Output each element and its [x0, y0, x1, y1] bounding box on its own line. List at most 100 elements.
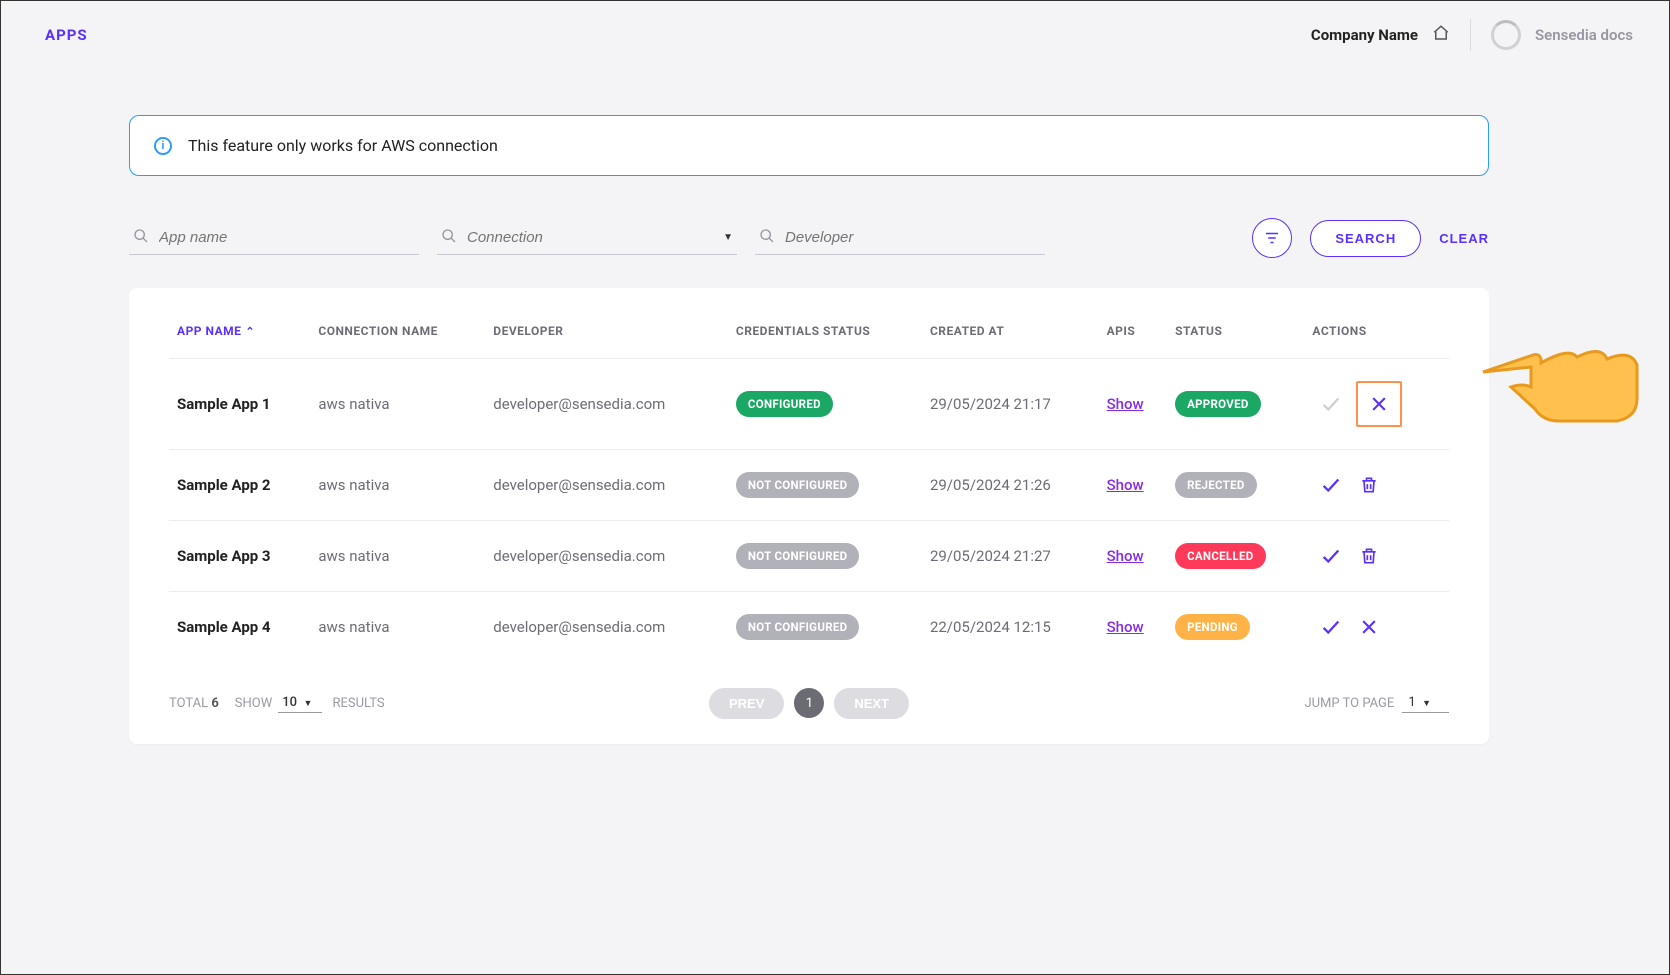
- cell-cred-status: CONFIGURED: [728, 359, 922, 450]
- delete-icon[interactable]: [1356, 543, 1382, 569]
- current-page[interactable]: 1: [794, 688, 824, 718]
- approve-icon[interactable]: [1318, 391, 1344, 417]
- cred-status-badge: NOT CONFIGURED: [736, 472, 860, 498]
- cell-cred-status: NOT CONFIGURED: [728, 521, 922, 592]
- cell-apis: Show: [1099, 359, 1167, 450]
- clear-button[interactable]: CLEAR: [1439, 231, 1489, 246]
- approve-icon[interactable]: [1318, 614, 1344, 640]
- show-apis-link[interactable]: Show: [1107, 395, 1144, 413]
- cell-created-at: 22/05/2024 12:15: [922, 592, 1099, 663]
- cred-status-badge: NOT CONFIGURED: [736, 614, 860, 640]
- approve-icon[interactable]: [1318, 543, 1344, 569]
- cell-actions: [1304, 592, 1449, 663]
- developer-input[interactable]: [785, 229, 1041, 246]
- table-row: Sample App 1aws nativadeveloper@sensedia…: [169, 359, 1449, 450]
- col-developer[interactable]: DEVELOPER: [485, 314, 728, 359]
- cell-developer: developer@sensedia.com: [485, 359, 728, 450]
- cred-status-badge: CONFIGURED: [736, 391, 833, 417]
- status-badge: REJECTED: [1175, 472, 1257, 498]
- connection-input[interactable]: [467, 229, 713, 246]
- cell-status: PENDING: [1167, 592, 1304, 663]
- search-button[interactable]: SEARCH: [1310, 220, 1421, 257]
- cell-created-at: 29/05/2024 21:17: [922, 359, 1099, 450]
- cell-app-name: Sample App 4: [169, 592, 310, 663]
- filter-options-button[interactable]: [1252, 218, 1292, 258]
- cell-actions: [1304, 359, 1449, 450]
- header-divider: [1470, 19, 1471, 51]
- cell-apis: Show: [1099, 592, 1167, 663]
- cell-connection: aws nativa: [310, 521, 485, 592]
- search-icon: [759, 228, 775, 248]
- chevron-down-icon: ▼: [1422, 699, 1431, 709]
- docs-link[interactable]: Sensedia docs: [1535, 26, 1633, 44]
- col-actions: ACTIONS: [1304, 314, 1449, 359]
- apps-table: APP NAME⌃ CONNECTION NAME DEVELOPER CRED…: [169, 314, 1449, 662]
- loading-icon: [1491, 20, 1521, 50]
- cell-developer: developer@sensedia.com: [485, 450, 728, 521]
- cell-created-at: 29/05/2024 21:26: [922, 450, 1099, 521]
- search-icon: [133, 228, 149, 248]
- reject-icon[interactable]: [1356, 614, 1382, 640]
- cell-connection: aws nativa: [310, 450, 485, 521]
- jump-page-select[interactable]: 1 ▼: [1402, 694, 1449, 713]
- search-icon: [441, 228, 457, 248]
- company-name: Company Name: [1311, 26, 1418, 44]
- app-name-input[interactable]: [159, 229, 415, 246]
- status-badge: CANCELLED: [1175, 543, 1265, 569]
- info-banner-text: This feature only works for AWS connecti…: [188, 136, 498, 155]
- col-status[interactable]: STATUS: [1167, 314, 1304, 359]
- reject-icon[interactable]: [1356, 381, 1402, 427]
- sort-asc-icon: ⌃: [245, 325, 255, 338]
- info-banner: i This feature only works for AWS connec…: [129, 115, 1489, 176]
- cred-status-badge: NOT CONFIGURED: [736, 543, 860, 569]
- jump-label: JUMP TO PAGE: [1304, 696, 1394, 711]
- col-connection-name[interactable]: CONNECTION NAME: [310, 314, 485, 359]
- cell-app-name: Sample App 3: [169, 521, 310, 592]
- cell-apis: Show: [1099, 521, 1167, 592]
- delete-icon[interactable]: [1356, 472, 1382, 498]
- home-icon[interactable]: [1432, 24, 1450, 46]
- connection-filter[interactable]: ▼: [437, 222, 737, 255]
- total-label: TOTAL 6: [169, 696, 219, 711]
- results-label: RESULTS: [332, 696, 384, 711]
- cell-created-at: 29/05/2024 21:27: [922, 521, 1099, 592]
- table-row: Sample App 4aws nativadeveloper@sensedia…: [169, 592, 1449, 663]
- cell-app-name: Sample App 2: [169, 450, 310, 521]
- cell-actions: [1304, 450, 1449, 521]
- table-row: Sample App 2aws nativadeveloper@sensedia…: [169, 450, 1449, 521]
- cell-apis: Show: [1099, 450, 1167, 521]
- col-created-at[interactable]: CREATED AT: [922, 314, 1099, 359]
- show-label: SHOW: [235, 696, 272, 711]
- cell-developer: developer@sensedia.com: [485, 521, 728, 592]
- status-badge: PENDING: [1175, 614, 1250, 640]
- cell-status: CANCELLED: [1167, 521, 1304, 592]
- cell-developer: developer@sensedia.com: [485, 592, 728, 663]
- info-icon: i: [154, 137, 172, 155]
- col-apis[interactable]: APIS: [1099, 314, 1167, 359]
- developer-filter[interactable]: [755, 222, 1045, 255]
- show-apis-link[interactable]: Show: [1107, 476, 1144, 494]
- next-button[interactable]: NEXT: [834, 688, 909, 719]
- cell-status: APPROVED: [1167, 359, 1304, 450]
- cell-connection: aws nativa: [310, 592, 485, 663]
- chevron-down-icon[interactable]: ▼: [723, 232, 733, 243]
- page-title: APPS: [45, 26, 88, 44]
- app-name-filter[interactable]: [129, 222, 419, 255]
- show-apis-link[interactable]: Show: [1107, 547, 1144, 565]
- col-credentials-status[interactable]: CREDENTIALS STATUS: [728, 314, 922, 359]
- cell-app-name: Sample App 1: [169, 359, 310, 450]
- status-badge: APPROVED: [1175, 391, 1261, 417]
- approve-icon[interactable]: [1318, 472, 1344, 498]
- col-app-name[interactable]: APP NAME⌃: [169, 314, 310, 359]
- cell-cred-status: NOT CONFIGURED: [728, 450, 922, 521]
- cell-actions: [1304, 521, 1449, 592]
- chevron-down-icon: ▼: [304, 699, 313, 709]
- cell-status: REJECTED: [1167, 450, 1304, 521]
- show-apis-link[interactable]: Show: [1107, 618, 1144, 636]
- table-row: Sample App 3aws nativadeveloper@sensedia…: [169, 521, 1449, 592]
- apps-table-card: APP NAME⌃ CONNECTION NAME DEVELOPER CRED…: [129, 288, 1489, 744]
- cell-connection: aws nativa: [310, 359, 485, 450]
- cell-cred-status: NOT CONFIGURED: [728, 592, 922, 663]
- show-count-select[interactable]: 10 ▼: [278, 694, 322, 713]
- prev-button[interactable]: PREV: [709, 688, 784, 719]
